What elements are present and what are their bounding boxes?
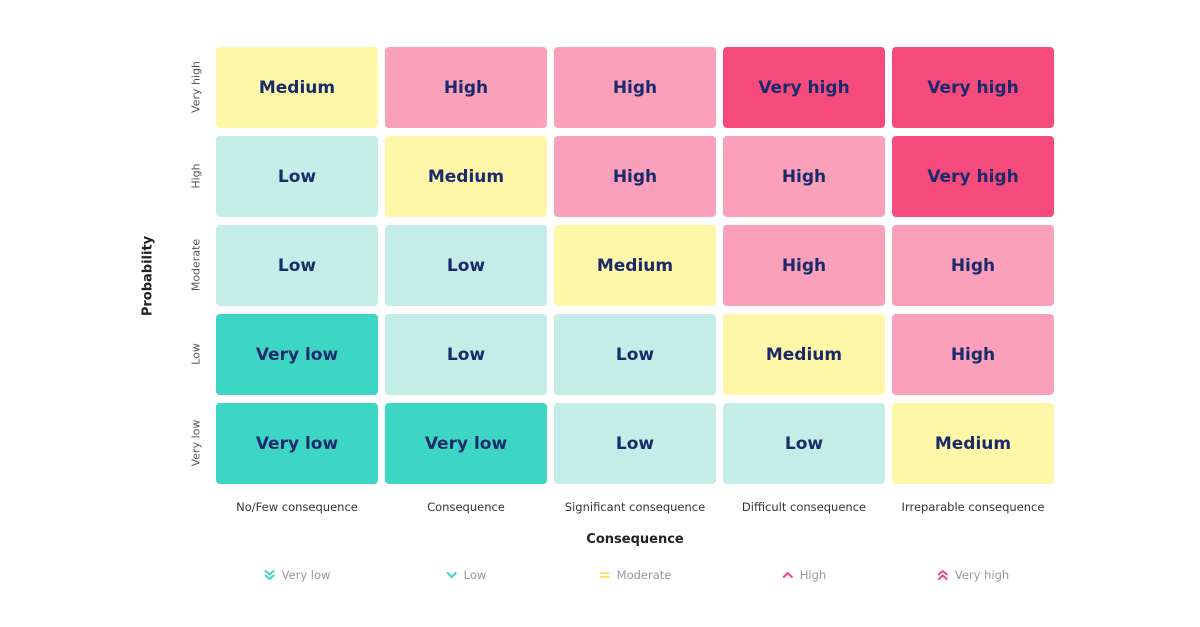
cell-very-high-irreparable-consequence: Very high <box>892 47 1054 128</box>
cell-high-consequence: Medium <box>385 136 547 217</box>
cell-low-significant-consequence: Low <box>554 314 716 395</box>
cell-high-no-few-consequence: Low <box>216 136 378 217</box>
cell-moderate-consequence: Low <box>385 225 547 306</box>
x-tick-significant-consequence: Significant consequence <box>564 500 706 514</box>
chevron-up-icon <box>782 569 794 581</box>
legend-item-high: High <box>782 568 826 582</box>
cell-very-high-significant-consequence: High <box>554 47 716 128</box>
cell-very-high-no-few-consequence: Medium <box>216 47 378 128</box>
cell-low-consequence: Low <box>385 314 547 395</box>
y-tick-low: Low <box>189 343 203 365</box>
cell-very-low-difficult-consequence: Low <box>723 403 885 484</box>
y-tick-high: High <box>189 163 203 189</box>
x-tick-irreparable-consequence: Irreparable consequence <box>901 500 1045 514</box>
cell-moderate-no-few-consequence: Low <box>216 225 378 306</box>
cell-very-low-no-few-consequence: Very low <box>216 403 378 484</box>
cell-high-irreparable-consequence: Very high <box>892 136 1054 217</box>
y-tick-very-low: Very low <box>189 419 203 467</box>
x-tick-difficult-consequence: Difficult consequence <box>741 500 867 514</box>
double-chevron-up-icon <box>937 569 949 581</box>
equals-icon <box>599 569 611 581</box>
cell-low-no-few-consequence: Very low <box>216 314 378 395</box>
cell-very-low-consequence: Very low <box>385 403 547 484</box>
double-chevron-down-icon <box>264 569 276 581</box>
cell-high-significant-consequence: High <box>554 136 716 217</box>
legend-label: Moderate <box>616 568 672 582</box>
cell-very-high-consequence: High <box>385 47 547 128</box>
legend-item-very-low: Very low <box>264 568 331 582</box>
cell-very-low-irreparable-consequence: Medium <box>892 403 1054 484</box>
legend-label: Very high <box>954 568 1010 582</box>
legend-item-very-high: Very high <box>937 568 1009 582</box>
cell-moderate-significant-consequence: Medium <box>554 225 716 306</box>
legend-label: Very low <box>281 568 331 582</box>
x-tick-no-few-consequence: No/Few consequence <box>236 500 358 514</box>
x-tick-consequence: Consequence <box>427 500 505 514</box>
y-tick-moderate: Moderate <box>189 238 203 292</box>
chevron-down-icon <box>446 569 458 581</box>
x-axis-title: Consequence <box>586 532 684 547</box>
cell-moderate-irreparable-consequence: High <box>892 225 1054 306</box>
legend-item-low: Low <box>446 568 487 582</box>
cell-very-high-difficult-consequence: Very high <box>723 47 885 128</box>
cell-low-irreparable-consequence: High <box>892 314 1054 395</box>
cell-high-difficult-consequence: High <box>723 136 885 217</box>
legend-label: High <box>799 568 827 582</box>
cell-low-difficult-consequence: Medium <box>723 314 885 395</box>
y-axis-title: Probability <box>140 235 156 317</box>
y-tick-very-high: Very high <box>189 61 203 113</box>
legend-item-moderate: Moderate <box>599 568 672 582</box>
legend-label: Low <box>463 568 487 582</box>
cell-very-low-significant-consequence: Low <box>554 403 716 484</box>
cell-moderate-difficult-consequence: High <box>723 225 885 306</box>
